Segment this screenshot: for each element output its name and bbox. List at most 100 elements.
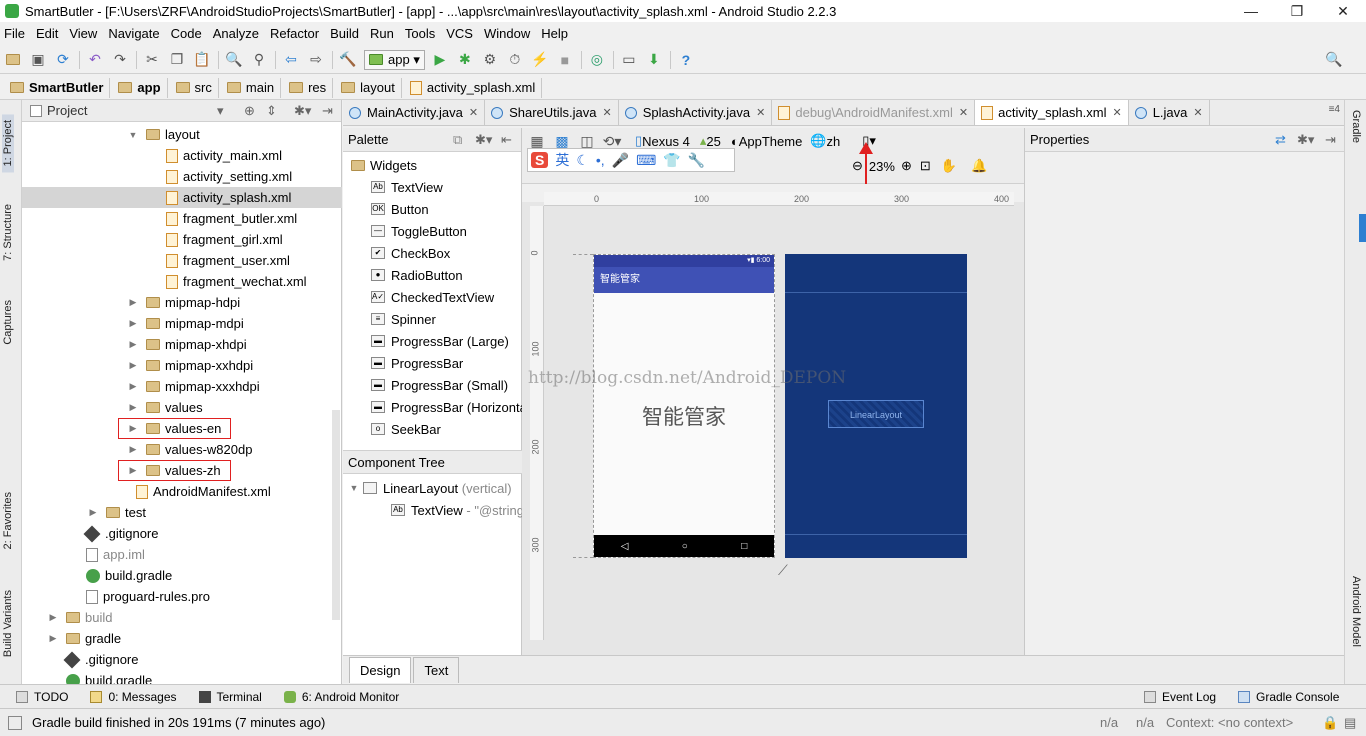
tool-tab-captures[interactable]: Captures xyxy=(2,300,14,345)
tree-item[interactable]: ▶ values-w820dp xyxy=(22,439,342,460)
close-tab-icon[interactable]: ✕ xyxy=(959,106,968,119)
collapsed-arrow-icon[interactable]: ▶ xyxy=(88,507,98,518)
attach-debugger-icon[interactable]: ⚙ xyxy=(481,51,499,69)
palette-toggle-icon[interactable]: ⧉ xyxy=(453,132,462,148)
moon-icon[interactable]: ☾ xyxy=(576,152,589,169)
tool-tab-android-model[interactable]: Android Model xyxy=(1350,576,1362,647)
replace-icon[interactable]: ⚲ xyxy=(250,51,268,69)
editor-tab[interactable]: debug\AndroidManifest.xml ✕ xyxy=(772,100,976,125)
palette-hide-icon[interactable]: ⇤ xyxy=(501,132,512,148)
wrench-icon[interactable]: 🔧 xyxy=(688,152,705,169)
tree-item[interactable]: fragment_girl.xml xyxy=(22,229,342,250)
paste-icon[interactable]: 📋 xyxy=(193,51,211,69)
tree-item[interactable]: activity_main.xml xyxy=(22,145,342,166)
breadcrumb-item[interactable]: res xyxy=(285,77,334,98)
palette-item[interactable]: — ToggleButton xyxy=(343,220,522,242)
tree-item[interactable]: fragment_wechat.xml xyxy=(22,271,342,292)
editor-tab[interactable]: L.java ✕ xyxy=(1129,100,1210,125)
tree-item[interactable]: ▶ test xyxy=(22,502,342,523)
tool-gradle-console[interactable]: Gradle Console xyxy=(1238,690,1339,704)
breadcrumb-item[interactable]: layout xyxy=(337,77,402,98)
hide-panel-icon[interactable]: ⇥ xyxy=(322,103,333,119)
properties-settings-icon[interactable]: ✱▾ xyxy=(1297,132,1314,148)
tree-item[interactable]: fragment_user.xml xyxy=(22,250,342,271)
menu-window[interactable]: Window xyxy=(484,26,530,41)
palette-group-widgets[interactable]: Widgets xyxy=(343,154,522,176)
tree-item[interactable]: build.gradle xyxy=(22,565,342,586)
run-config-select[interactable]: app ▾ xyxy=(364,49,425,70)
collapsed-arrow-icon[interactable]: ▶ xyxy=(128,360,138,371)
palette-item[interactable]: ▬ ProgressBar (Large) xyxy=(343,330,522,352)
breadcrumb-item[interactable]: activity_splash.xml xyxy=(406,77,543,98)
editor-tab[interactable]: SplashActivity.java ✕ xyxy=(619,100,773,125)
tree-item[interactable]: proguard-rules.pro xyxy=(22,586,342,607)
status-toggle-icon[interactable] xyxy=(8,715,22,730)
palette-settings-icon[interactable]: ✱▾ xyxy=(475,132,492,148)
tree-item[interactable]: activity_setting.xml xyxy=(22,166,342,187)
blueprint-preview[interactable]: LinearLayout xyxy=(785,254,967,558)
sync-gradle-icon[interactable]: ◎ xyxy=(588,51,606,69)
make-project-icon[interactable]: 🔨 xyxy=(339,51,357,69)
menu-run[interactable]: Run xyxy=(370,26,394,41)
tool-messages[interactable]: 0: Messages xyxy=(90,690,177,704)
center-textview[interactable]: 智能管家 xyxy=(594,401,774,431)
dropdown-icon[interactable]: ▾ xyxy=(217,103,224,119)
ime-logo-icon[interactable]: S xyxy=(531,152,549,168)
tree-item[interactable]: ▶ mipmap-mdpi xyxy=(22,313,342,334)
properties-hide-icon[interactable]: ⇥ xyxy=(1325,132,1336,148)
menu-vcs[interactable]: VCS xyxy=(446,26,473,41)
breadcrumb-item[interactable]: SmartButler xyxy=(6,77,111,98)
sdk-manager-icon[interactable]: ⬇ xyxy=(645,51,663,69)
swap-view-icon[interactable]: ⇄ xyxy=(1275,132,1286,148)
tool-tab-structure[interactable]: 7: Structure xyxy=(2,204,14,261)
collapsed-arrow-icon[interactable]: ▶ xyxy=(128,339,138,350)
scope-target-icon[interactable]: ⊕ xyxy=(244,103,255,119)
punctuation-icon[interactable]: •, xyxy=(596,152,605,168)
device-preview[interactable]: ▾▮ 6:00 智能管家 智能管家 ◁ ○ □ xyxy=(593,254,775,558)
back-icon[interactable]: ⇦ xyxy=(282,51,300,69)
tab-design[interactable]: Design xyxy=(349,657,412,683)
tree-item[interactable]: AndroidManifest.xml xyxy=(22,481,342,502)
menu-navigate[interactable]: Navigate xyxy=(108,26,159,41)
open-folder-icon[interactable] xyxy=(4,51,22,69)
keyboard-icon[interactable]: ⌨ xyxy=(636,152,656,169)
minimize-button[interactable]: — xyxy=(1228,0,1274,22)
avd-manager-icon[interactable]: ▭ xyxy=(620,51,638,69)
palette-item[interactable]: ▬ ProgressBar xyxy=(343,352,522,374)
tool-event-log[interactable]: Event Log xyxy=(1144,690,1216,704)
find-icon[interactable]: 🔍 xyxy=(225,51,243,69)
editor-tab[interactable]: activity_splash.xml ✕ xyxy=(975,100,1129,125)
undo-icon[interactable]: ↶ xyxy=(86,51,104,69)
collapsed-arrow-icon[interactable]: ▶ xyxy=(128,297,138,308)
tree-item[interactable]: .gitignore xyxy=(22,649,342,670)
zoom-fit-icon[interactable]: ⊡ xyxy=(920,158,931,174)
close-tab-icon[interactable]: ✕ xyxy=(1193,106,1202,119)
tree-item[interactable]: ▶ values xyxy=(22,397,342,418)
theme-select[interactable]: AppTheme xyxy=(739,134,803,149)
breadcrumb-item[interactable]: src xyxy=(172,77,219,98)
redo-icon[interactable]: ↷ xyxy=(111,51,129,69)
notifications-bell-icon[interactable]: 🔔 xyxy=(971,158,987,174)
menu-view[interactable]: View xyxy=(69,26,97,41)
tool-android-monitor[interactable]: 6: Android Monitor xyxy=(283,690,399,704)
palette-item[interactable]: ▬ ProgressBar (Horizontal) xyxy=(343,396,522,418)
tree-item[interactable]: ▶ mipmap-hdpi xyxy=(22,292,342,313)
tree-item[interactable]: ▶ mipmap-xxxhdpi xyxy=(22,376,342,397)
editor-tab[interactable]: ShareUtils.java ✕ xyxy=(485,100,619,125)
apply-changes-icon[interactable]: ⚡ xyxy=(531,51,549,69)
editor-tab[interactable]: MainActivity.java ✕ xyxy=(343,100,486,125)
tree-item[interactable]: activity_splash.xml xyxy=(22,187,342,208)
palette-item[interactable]: ▬ ProgressBar (Small) xyxy=(343,374,522,396)
run-icon[interactable]: ▶ xyxy=(431,51,449,69)
close-tab-icon[interactable]: ✕ xyxy=(603,106,612,119)
tab-overflow-icon[interactable]: ≡4 xyxy=(1329,104,1340,115)
menu-help[interactable]: Help xyxy=(541,26,568,41)
forward-icon[interactable]: ⇨ xyxy=(307,51,325,69)
palette-item[interactable]: A✓ CheckedTextView xyxy=(343,286,522,308)
ime-lang[interactable]: 英 xyxy=(555,150,569,170)
device-select[interactable]: Nexus 4 xyxy=(642,134,690,149)
palette-item[interactable]: ≡ Spinner xyxy=(343,308,522,330)
tree-scrollbar[interactable] xyxy=(332,410,340,620)
tab-text[interactable]: Text xyxy=(413,657,460,683)
pan-hand-icon[interactable]: ✋ xyxy=(941,158,957,174)
